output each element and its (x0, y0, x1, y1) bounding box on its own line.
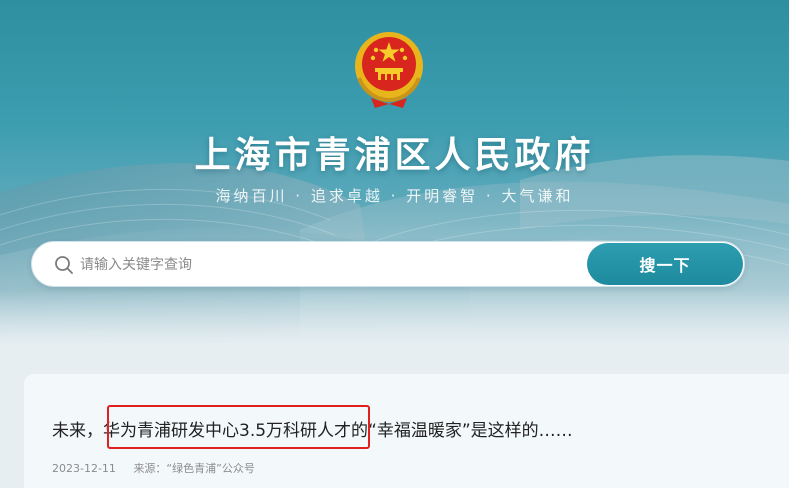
article-card: 未来，华为青浦研发中心3.5万科研人才的“幸福温暖家”是这样的…… 2023-1… (24, 374, 789, 488)
hero-banner: 上海市青浦区人民政府 海纳百川 · 追求卓越 · 开明睿智 · 大气谦和 搜一下 (0, 0, 789, 345)
search-input[interactable] (80, 250, 580, 280)
article-meta: 2023-12-11 来源：“绿色青浦”公众号 (52, 460, 255, 476)
search-bar: 搜一下 (31, 241, 745, 287)
site-title: 上海市青浦区人民政府 (194, 135, 595, 176)
site-slogan: 海纳百川 · 追求卓越 · 开明睿智 · 大气谦和 (215, 187, 574, 205)
article-source: 来源：“绿色青浦”公众号 (133, 462, 255, 475)
national-emblem-icon (355, 32, 423, 108)
search-button[interactable]: 搜一下 (587, 243, 743, 285)
highlight-annotation-box (107, 405, 370, 449)
article-date: 2023-12-11 (52, 462, 116, 475)
search-icon (55, 256, 73, 274)
